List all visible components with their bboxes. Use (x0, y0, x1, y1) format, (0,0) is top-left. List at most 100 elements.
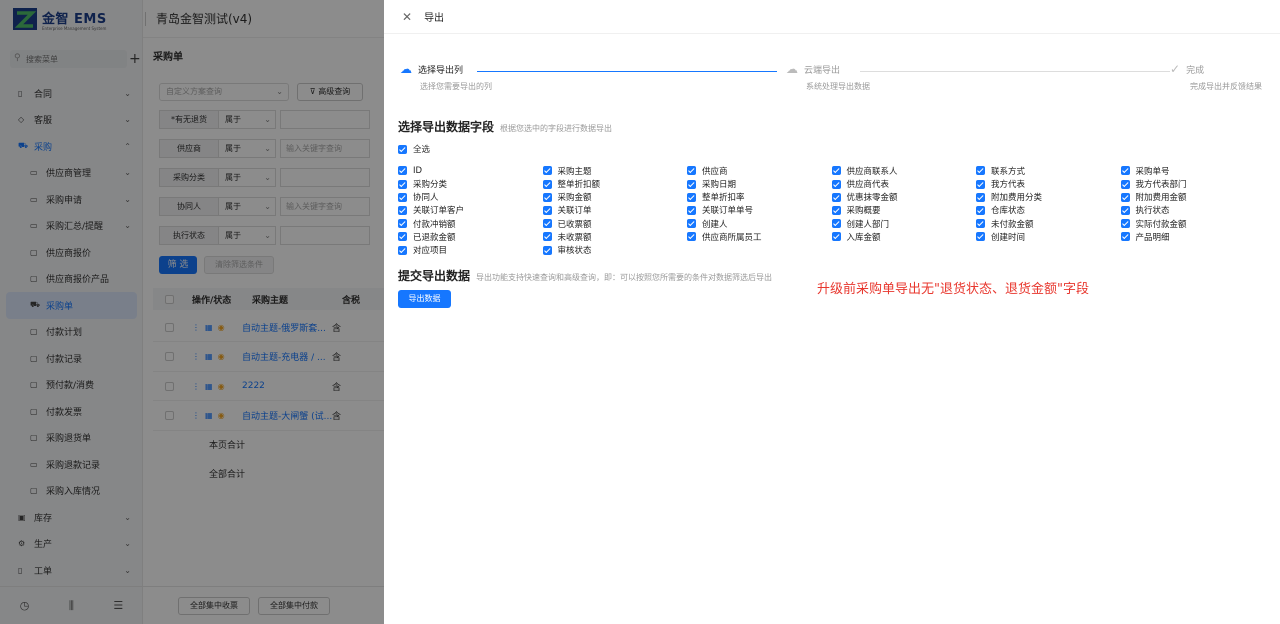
checkbox-checked[interactable] (398, 219, 407, 229)
field-label: 付款冲销额 (413, 219, 456, 230)
field-checkbox[interactable]: 我方代表 (976, 179, 1121, 190)
checkbox-checked[interactable] (687, 179, 696, 189)
field-checkbox[interactable]: 执行状态 (1120, 205, 1266, 216)
field-label: 产品明细 (1135, 232, 1170, 243)
checkbox-checked[interactable] (1120, 192, 1130, 202)
field-checkbox[interactable]: 采购主题 (542, 166, 688, 177)
checkbox-checked[interactable] (687, 232, 696, 242)
field-label: 未收票额 (557, 232, 592, 243)
field-checkbox[interactable]: 采购概要 (831, 205, 977, 216)
checkbox-checked[interactable] (976, 219, 985, 229)
field-checkbox[interactable]: 整单折扣率 (687, 192, 832, 203)
field-checkbox[interactable]: 供应商联系人 (831, 166, 977, 177)
checkbox-checked[interactable] (976, 205, 985, 215)
select-fields-heading: 选择导出数据字段 根据您选中的字段进行数据导出 (398, 118, 612, 135)
field-checkbox[interactable]: 创建时间 (976, 232, 1121, 243)
checkbox-checked[interactable] (542, 166, 552, 176)
checkbox-checked[interactable] (398, 179, 407, 189)
field-checkbox[interactable]: ID (398, 166, 543, 176)
field-label: 优惠抹零金额 (846, 193, 898, 204)
checkbox-checked[interactable] (831, 192, 841, 202)
field-checkbox[interactable]: 采购日期 (687, 179, 832, 190)
cloud-upload-icon: ☁ (400, 62, 412, 76)
checkbox-checked[interactable] (1120, 179, 1130, 189)
field-checkbox[interactable]: 优惠抹零金额 (831, 192, 977, 204)
field-checkbox[interactable]: 关联订单 (542, 205, 688, 216)
field-label: 未付款金额 (991, 219, 1034, 230)
checkbox-checked[interactable] (831, 179, 841, 189)
field-checkbox[interactable]: 产品明细 (1120, 232, 1266, 243)
select-all-fields[interactable]: 全选 (398, 143, 430, 155)
field-checkbox[interactable]: 采购金额 (542, 192, 688, 203)
checkbox-checked[interactable] (398, 245, 407, 255)
checkbox-checked[interactable] (398, 232, 407, 242)
checkbox-checked[interactable] (831, 232, 841, 242)
checkbox-checked[interactable] (976, 166, 985, 176)
checkbox-checked[interactable] (542, 245, 552, 255)
checkbox-checked[interactable] (542, 232, 552, 242)
field-checkbox[interactable]: 实际付款金额 (1120, 219, 1266, 230)
field-label: 创建人部门 (846, 219, 890, 230)
step-line-pending (860, 71, 1170, 72)
field-checkbox[interactable]: 审核状态 (542, 245, 688, 256)
field-checkbox[interactable]: 我方代表部门 (1120, 179, 1266, 190)
checkbox-checked[interactable] (976, 192, 985, 202)
field-checkbox[interactable]: 创建人部门 (831, 219, 977, 230)
field-checkbox[interactable]: 协同人 (398, 192, 543, 204)
checkbox-checked[interactable] (542, 205, 552, 215)
checkbox-checked[interactable] (687, 205, 696, 215)
checkbox-checked[interactable] (1120, 166, 1130, 176)
checkbox-checked[interactable] (398, 192, 407, 202)
field-checkbox[interactable]: 整单折扣额 (542, 179, 688, 190)
checkbox-checked[interactable] (831, 205, 841, 215)
export-data-button[interactable]: 导出数据 (398, 290, 451, 308)
checkbox-checked[interactable] (831, 166, 841, 176)
checkbox-checked[interactable] (398, 166, 407, 176)
checkbox-checked[interactable] (1120, 232, 1130, 242)
section-title: 选择导出数据字段 (398, 120, 495, 134)
field-checkbox[interactable]: 附加费用分类 (976, 192, 1121, 203)
checkbox-checked[interactable] (1120, 219, 1130, 229)
checkbox-checked[interactable] (398, 205, 407, 215)
field-checkbox[interactable]: 未收票额 (542, 232, 688, 243)
field-checkbox[interactable]: 附加费用金额 (1120, 192, 1266, 203)
field-checkbox[interactable]: 关联订单单号 (687, 205, 832, 216)
field-checkbox[interactable]: 仓库状态 (976, 205, 1121, 217)
field-label: 采购分类 (413, 180, 448, 191)
field-checkbox[interactable]: 供应商所属员工 (687, 232, 832, 243)
modal-mask[interactable] (0, 0, 384, 624)
field-checkbox[interactable]: 创建人 (687, 219, 832, 230)
field-checkbox[interactable]: 供应商 (687, 166, 832, 177)
field-checkbox[interactable]: 入库金额 (831, 232, 977, 243)
field-label: ID (413, 165, 423, 176)
checkbox-checked[interactable] (398, 144, 407, 154)
checkbox-checked[interactable] (976, 179, 985, 189)
step-title: 云端导出 (804, 65, 841, 76)
field-label: 协同人 (413, 193, 439, 204)
checkbox-checked[interactable] (831, 219, 841, 229)
checkbox-checked[interactable] (542, 192, 552, 202)
checkbox-checked[interactable] (1120, 205, 1130, 215)
close-icon[interactable]: ✕ (402, 10, 412, 24)
field-checkbox[interactable]: 对应项目 (398, 245, 543, 256)
field-checkbox[interactable]: 采购分类 (398, 179, 543, 191)
checkbox-checked[interactable] (687, 166, 696, 176)
field-label: 仓库状态 (991, 206, 1026, 217)
checkbox-checked[interactable] (542, 219, 552, 229)
checkbox-checked[interactable] (687, 192, 696, 202)
field-checkbox[interactable]: 付款冲销额 (398, 219, 543, 230)
field-checkbox[interactable]: 已收票额 (542, 219, 688, 230)
field-checkbox[interactable]: 供应商代表 (831, 179, 977, 190)
step-line-done (477, 71, 777, 72)
field-label: 供应商 (702, 166, 728, 177)
field-checkbox[interactable]: 已退款金额 (398, 232, 543, 243)
field-checkbox[interactable]: 联系方式 (976, 166, 1121, 177)
checkbox-checked[interactable] (542, 179, 552, 189)
field-checkbox[interactable]: 关联订单客户 (398, 205, 543, 216)
checkbox-checked[interactable] (687, 219, 696, 229)
field-label: 供应商联系人 (846, 166, 898, 177)
annotation-note: 升级前采购单导出无"退货状态、退货金额"字段 (817, 282, 1089, 297)
checkbox-checked[interactable] (976, 232, 985, 242)
field-checkbox[interactable]: 采购单号 (1120, 166, 1266, 177)
field-checkbox[interactable]: 未付款金额 (976, 219, 1121, 230)
